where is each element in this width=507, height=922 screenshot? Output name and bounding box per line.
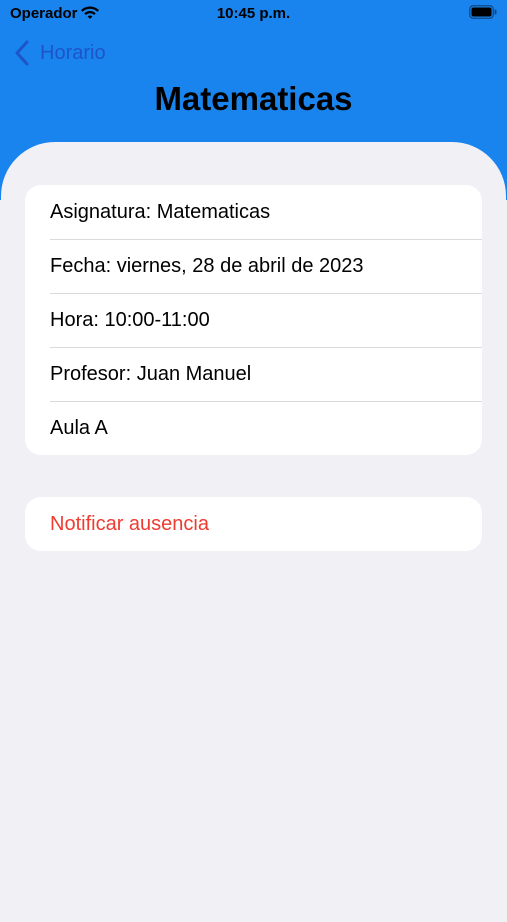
status-bar: Operador 10:45 p.m. xyxy=(0,0,507,30)
date-row: Fecha: viernes, 28 de abril de 2023 xyxy=(25,239,482,293)
page-title: Matematicas xyxy=(154,80,353,117)
chevron-left-icon xyxy=(15,40,29,66)
notify-absence-button[interactable]: Notificar ausencia xyxy=(25,497,482,551)
status-time: 10:45 p.m. xyxy=(216,5,291,22)
back-button-label: Horario xyxy=(40,41,106,64)
actions-list: Notificar ausencia xyxy=(25,497,482,551)
teacher-row: Profesor: Juan Manuel xyxy=(25,347,482,401)
back-button[interactable]: Horario xyxy=(14,38,106,68)
time-row: Hora: 10:00-11:00 xyxy=(25,293,482,347)
classroom-row: Aula A xyxy=(25,401,482,455)
subject-row: Asignatura: Matematicas xyxy=(50,200,271,223)
battery-icon xyxy=(469,5,497,19)
class-details-list: Asignatura: Matematicas Fecha: viernes, … xyxy=(25,185,482,455)
